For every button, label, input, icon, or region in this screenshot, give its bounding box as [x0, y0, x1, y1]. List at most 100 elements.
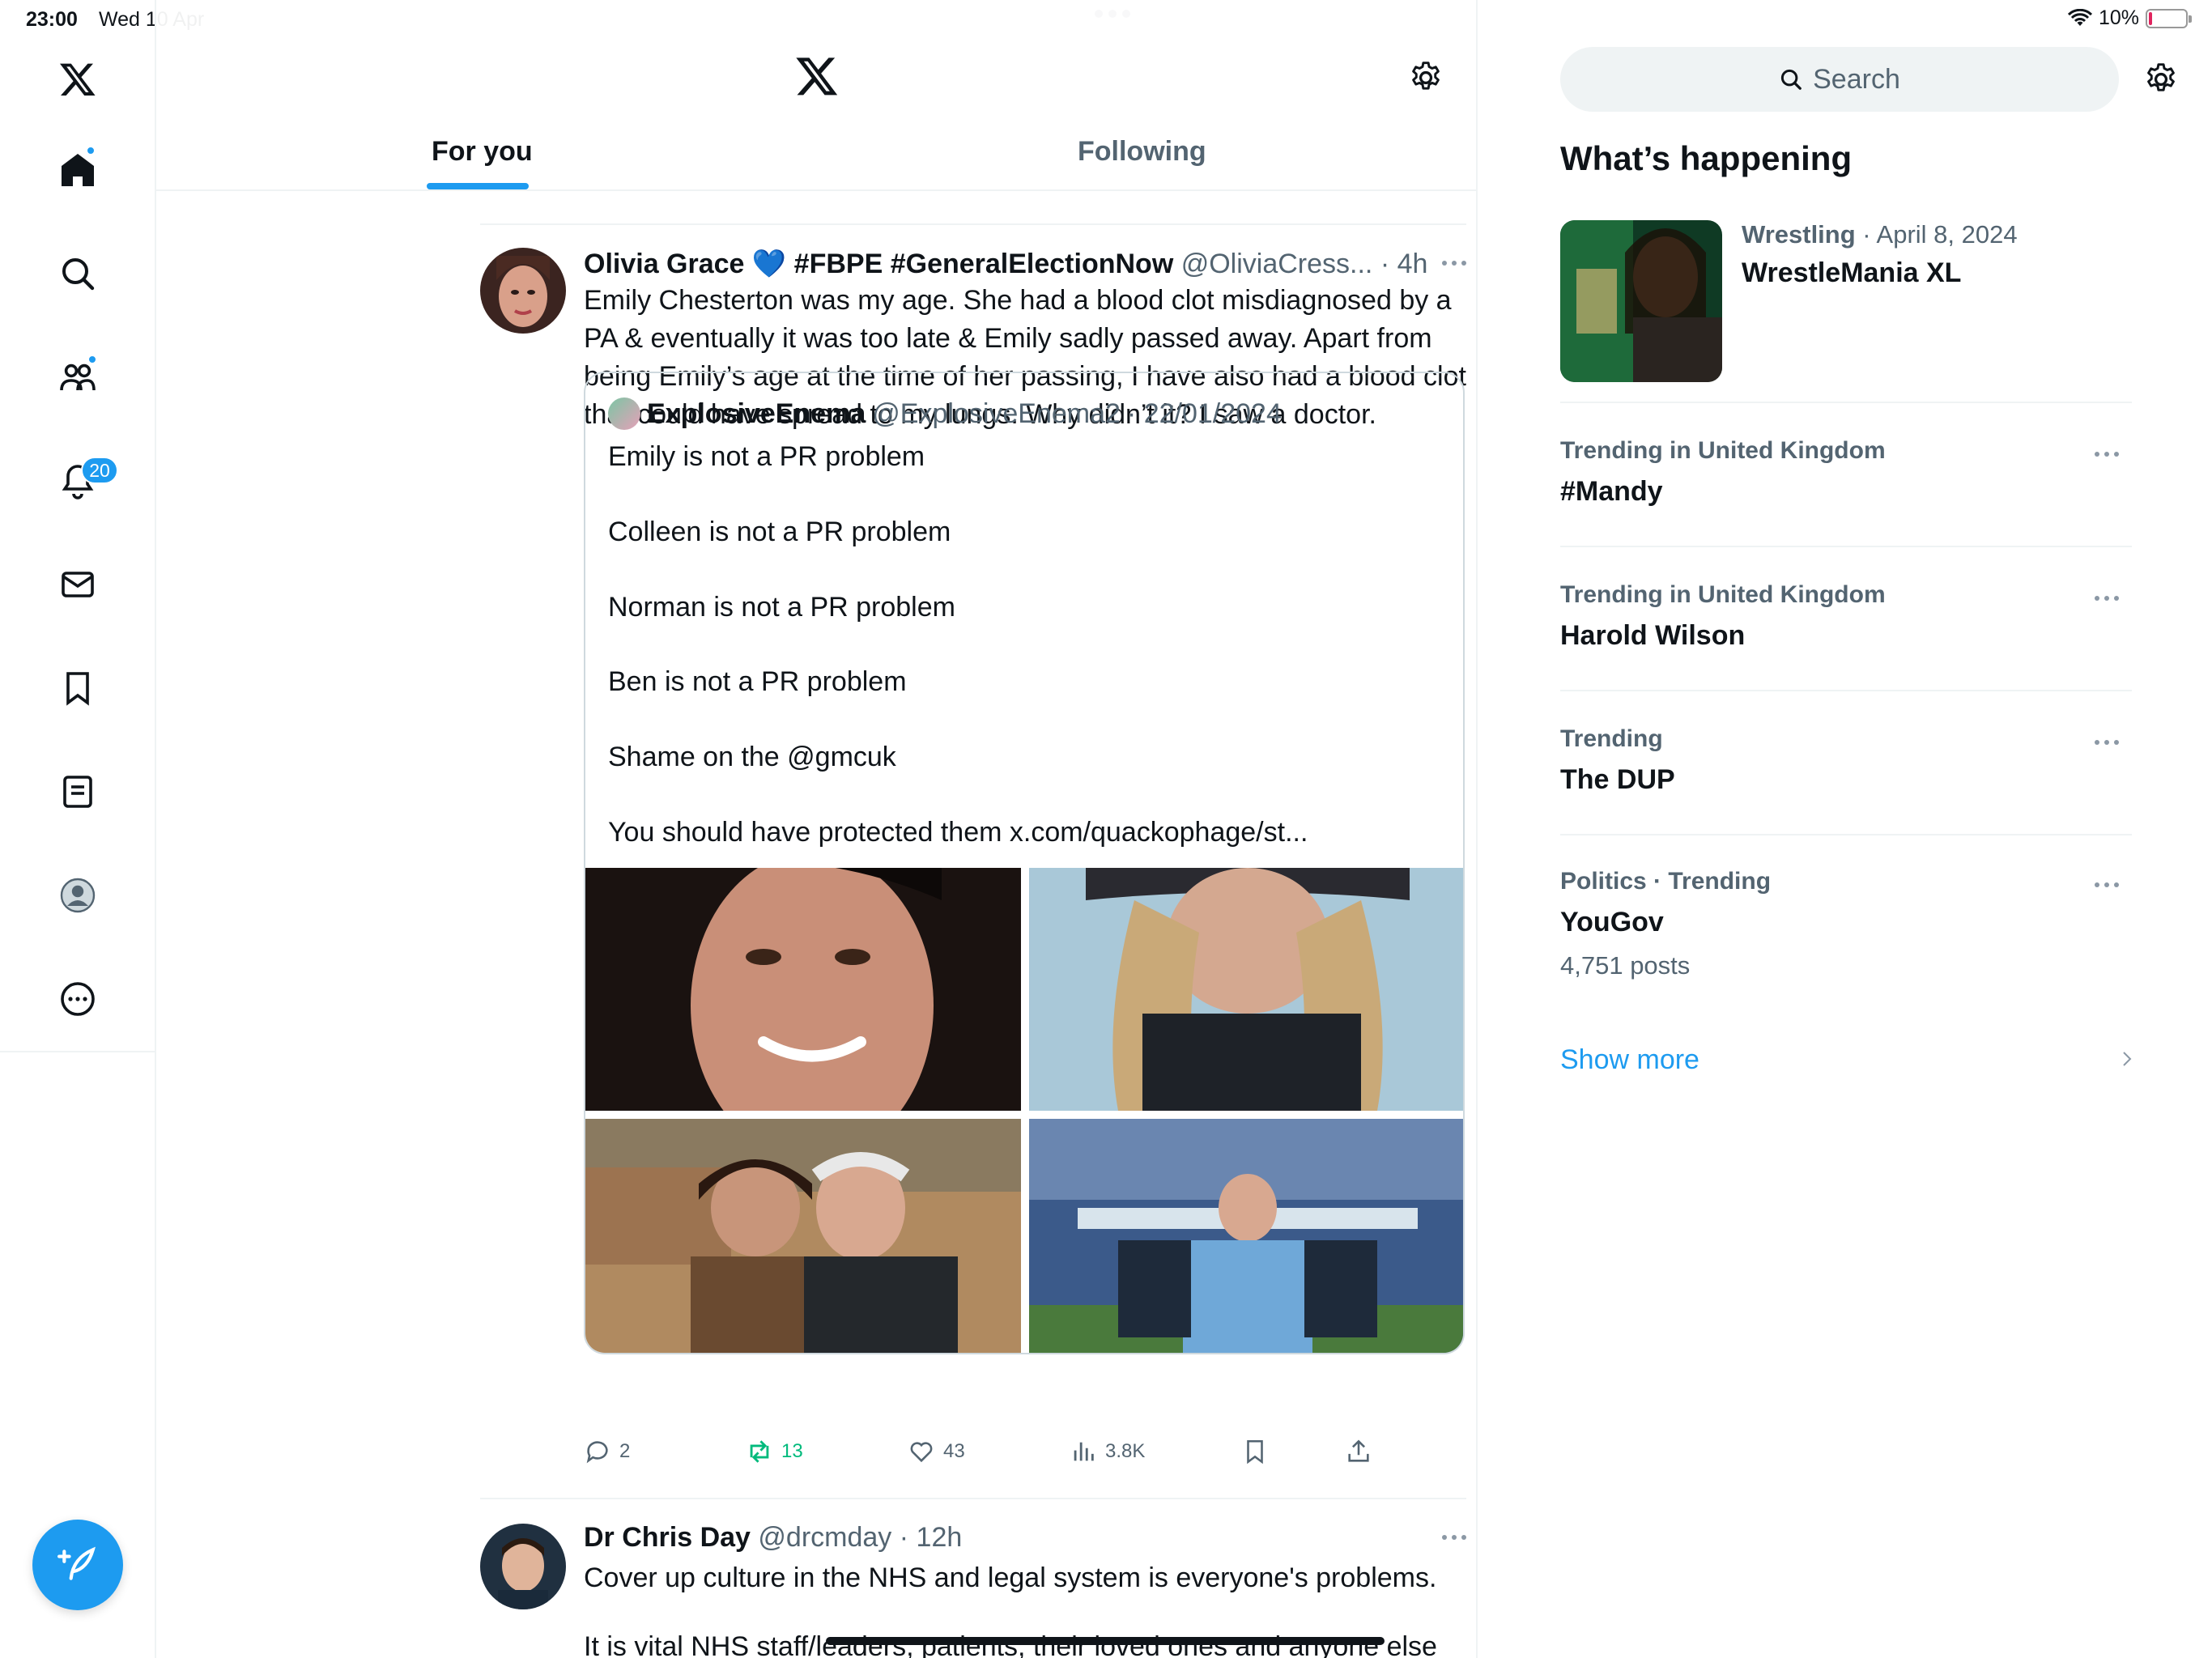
post-more-icon[interactable] — [1442, 1535, 1466, 1541]
post-more-icon[interactable] — [1442, 261, 1466, 267]
post-time: · 4h — [1380, 249, 1428, 279]
tab-for-you[interactable]: For you — [432, 136, 533, 168]
post-time: · 12h — [899, 1522, 963, 1553]
event-category: Wrestling — [1742, 220, 1856, 249]
trend-more-icon[interactable] — [2095, 882, 2119, 889]
trend-title: Harold Wilson — [1560, 620, 1746, 651]
lists-icon[interactable] — [53, 767, 102, 816]
trend-meta: Politics · Trending — [1560, 868, 1772, 895]
share-icon — [1348, 1439, 1369, 1462]
search-input[interactable]: Search — [1560, 47, 2119, 112]
post-separator — [480, 1498, 1466, 1499]
trend-item[interactable]: Trending in United Kingdom Harold Wilson — [1560, 581, 2132, 652]
post-text-line: PA & eventually it was too late & Emily … — [584, 323, 1432, 354]
views-button[interactable]: 3.8K — [1070, 1438, 1145, 1465]
active-tab-indicator — [427, 183, 529, 189]
whats-happening-title: What’s happening — [1560, 139, 1853, 177]
trend-item[interactable]: Trending in United Kingdom #Mandy — [1560, 437, 2132, 508]
views-count: 3.8K — [1105, 1440, 1146, 1462]
post[interactable]: Olivia Grace 💙 #FBPE #GeneralElectionNow… — [480, 248, 1466, 1494]
quoted-post[interactable]: ExplosiveEnema @ExplosiveEnema2 · 22/01/… — [584, 372, 1465, 1354]
quote-line: Emily is not a PR problem — [608, 441, 925, 472]
avatar[interactable] — [480, 248, 566, 334]
settings-gear-icon[interactable] — [1408, 60, 1444, 96]
quote-line: Ben is not a PR problem — [608, 666, 907, 697]
x-logo-icon[interactable] — [53, 55, 102, 104]
quote-image-2[interactable] — [1029, 868, 1463, 1111]
like-count: 43 — [943, 1440, 965, 1462]
trend-item[interactable]: Politics · Trending YouGov 4,751 posts — [1560, 868, 2132, 980]
quote-line: Colleen is not a PR problem — [608, 517, 951, 547]
bookmark-button[interactable] — [1241, 1438, 1269, 1465]
trend-meta: Trending in United Kingdom — [1560, 437, 1886, 464]
profile-icon[interactable] — [53, 871, 102, 920]
author-name[interactable]: Olivia Grace 💙 #FBPE #GeneralElectionNow — [584, 249, 1173, 279]
quote-image-1[interactable] — [585, 868, 1021, 1111]
communities-icon[interactable] — [53, 353, 102, 402]
search-icon[interactable] — [53, 249, 102, 298]
main-timeline: For you Following Olivia Grace 💙 #FBPE #… — [156, 0, 1478, 1658]
mail-icon[interactable] — [53, 560, 102, 609]
compose-button[interactable] — [32, 1520, 123, 1610]
post-separator — [480, 223, 1466, 225]
post-header: Dr Chris Day @drcmday · 12h — [584, 1522, 962, 1554]
sidebar-separator — [1560, 402, 2132, 403]
quote-line: Norman is not a PR problem — [608, 592, 955, 623]
more-circle-icon[interactable] — [53, 975, 102, 1023]
event-meta: Wrestling · April 8, 2024 — [1742, 220, 2018, 249]
like-button[interactable]: 43 — [908, 1438, 965, 1465]
quote-image-3[interactable] — [585, 1119, 1021, 1353]
post-header: Olivia Grace 💙 #FBPE #GeneralElectionNow… — [584, 248, 1427, 280]
author-handle[interactable]: @drcmday — [758, 1522, 891, 1553]
event-image[interactable] — [1560, 220, 1722, 382]
home-indicator[interactable] — [826, 1637, 1385, 1645]
reply-button[interactable]: 2 — [584, 1438, 630, 1465]
nav-divider — [0, 1051, 156, 1052]
x-logo-icon[interactable] — [794, 53, 840, 99]
show-more-link[interactable]: Show more — [1560, 1044, 1699, 1076]
left-navigation: 20 — [0, 0, 156, 1658]
home-icon[interactable] — [53, 146, 102, 194]
bookmark-icon[interactable] — [53, 664, 102, 712]
repost-button[interactable]: 13 — [746, 1438, 803, 1465]
trend-meta: Trending in United Kingdom — [1560, 581, 1886, 608]
trend-more-icon[interactable] — [2095, 740, 2119, 746]
sidebar-separator — [1560, 834, 2132, 835]
quote-link-line[interactable]: You should have protected them x.com/qua… — [608, 817, 1308, 848]
trend-post-count: 4,751 posts — [1560, 951, 1691, 980]
trend-more-icon[interactable] — [2095, 596, 2119, 602]
trend-more-icon[interactable] — [2095, 452, 2119, 458]
compose-feather-icon — [57, 1546, 96, 1580]
repost-icon — [750, 1440, 769, 1463]
quote-author-name: ExplosiveEnema — [647, 397, 866, 429]
home-unread-dot — [86, 146, 96, 155]
trend-title: The DUP — [1560, 764, 1675, 795]
right-sidebar: Search What’s happening Wrestling · Apri… — [1478, 0, 2212, 1658]
settings-gear-icon[interactable] — [2143, 62, 2179, 97]
repost-count: 13 — [781, 1440, 803, 1462]
trend-item[interactable]: Trending The DUP — [1560, 725, 2132, 796]
notifications-badge: 20 — [81, 457, 118, 484]
avatar[interactable] — [480, 1524, 566, 1609]
event-title[interactable]: WrestleMania XL — [1742, 257, 1961, 289]
bookmark-icon — [1247, 1439, 1263, 1465]
quote-avatar — [608, 397, 640, 430]
chevron-right-icon[interactable] — [2117, 1049, 2137, 1069]
event-date: · April 8, 2024 — [1862, 220, 2018, 249]
trend-meta: Trending — [1560, 725, 1663, 752]
reply-count: 2 — [619, 1440, 631, 1462]
author-handle[interactable]: @OliviaCress... — [1181, 249, 1373, 279]
sidebar-separator — [1560, 546, 2132, 547]
trend-title: #Mandy — [1560, 476, 1663, 507]
search-placeholder: Search — [1813, 63, 1900, 95]
tab-following[interactable]: Following — [1078, 136, 1206, 168]
share-button[interactable] — [1345, 1438, 1372, 1465]
quote-line: Shame on the @gmcuk — [608, 742, 896, 772]
author-name[interactable]: Dr Chris Day — [584, 1522, 751, 1553]
sidebar-separator — [1560, 690, 2132, 691]
post-actions: 2 13 43 3.8K — [584, 1438, 1393, 1470]
search-icon — [1781, 69, 1802, 90]
quote-author-handle: @ExplosiveEnema2 — [872, 397, 1121, 429]
post-text-line: Emily Chesterton was my age. She had a b… — [584, 285, 1452, 316]
quote-image-4[interactable] — [1029, 1119, 1463, 1353]
